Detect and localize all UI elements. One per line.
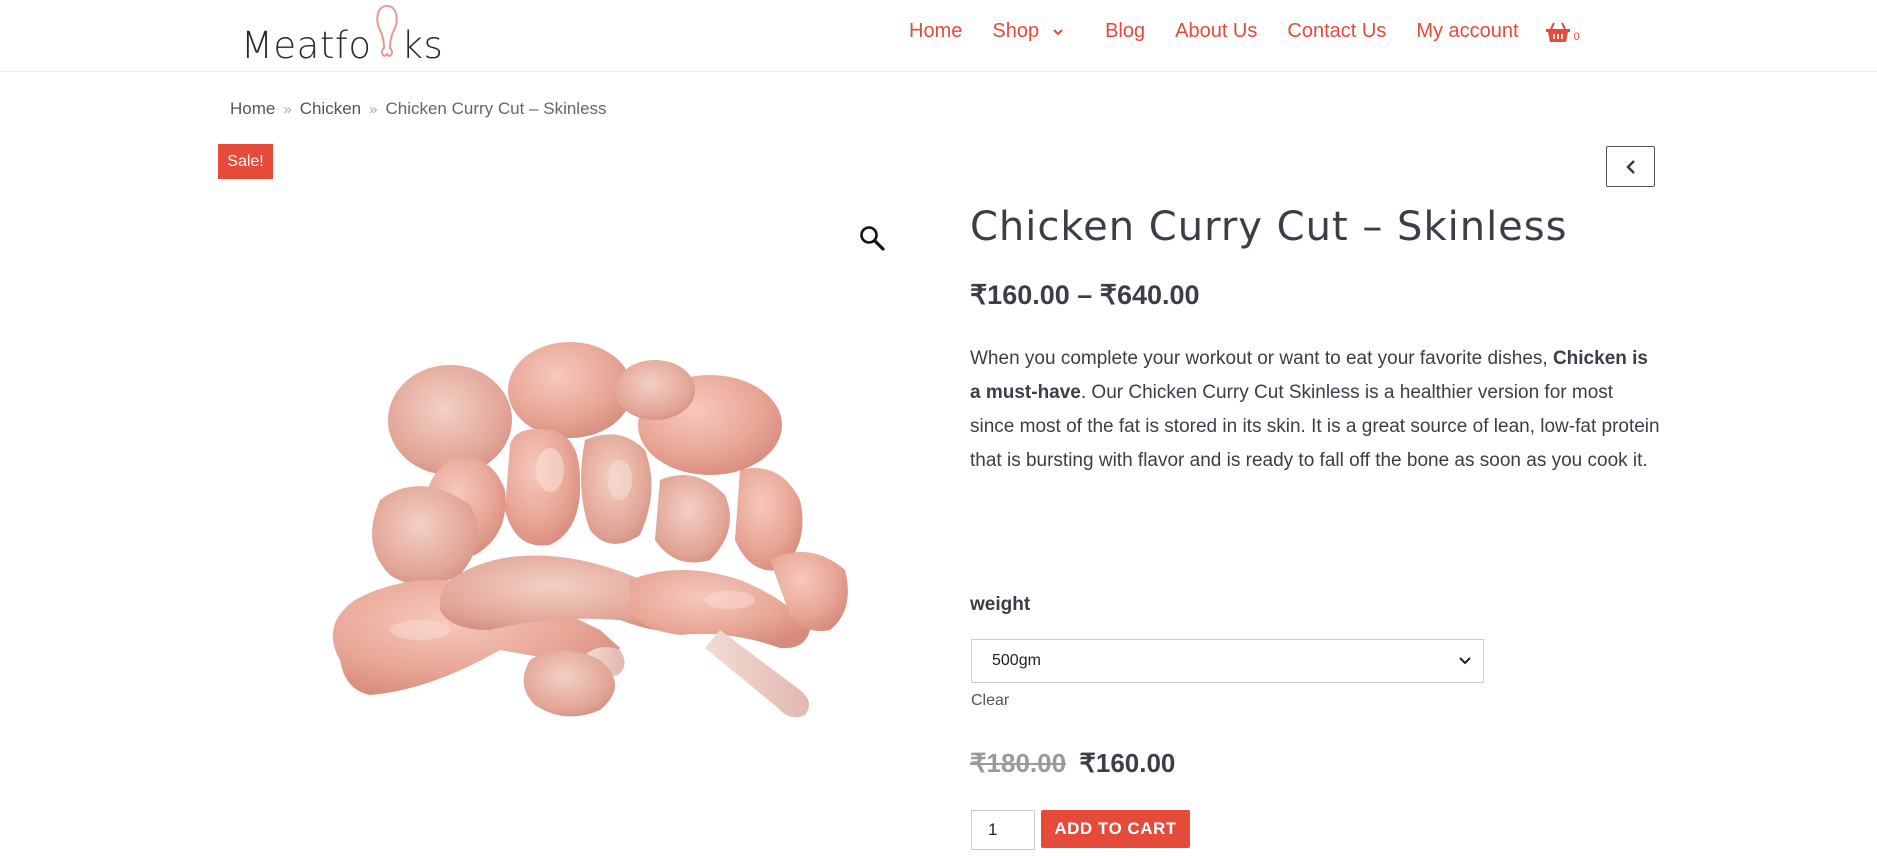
breadcrumb: Home » Chicken » Chicken Curry Cut – Ski… [230, 99, 607, 119]
breadcrumb-chicken[interactable]: Chicken [300, 99, 361, 119]
logo-text: Meatfo [241, 24, 372, 67]
logo-text-end: ks [401, 24, 444, 67]
product-title: Chicken Curry Cut – Skinless [970, 204, 1568, 250]
chevron-down-icon [1459, 657, 1471, 665]
nav-my-account[interactable]: My account [1416, 20, 1518, 43]
add-to-cart-button[interactable]: ADD TO CART [1041, 810, 1190, 848]
weight-select-value: 500gm [992, 652, 1041, 669]
cart-count: 0 [1573, 30, 1580, 43]
quantity-input[interactable]: 1 [971, 810, 1035, 850]
nav-contact-label: Contact Us [1287, 20, 1387, 42]
price-range: ₹160.00 – ₹640.00 [970, 280, 1200, 310]
description-part1: When you complete your workout or want t… [970, 348, 1553, 369]
nav-about-label: About Us [1175, 20, 1258, 42]
nav-shop[interactable]: Shop [992, 20, 1065, 43]
clear-link[interactable]: Clear [971, 692, 1009, 710]
nav-blog-label: Blog [1105, 20, 1146, 42]
old-price: ₹180.00 [970, 748, 1067, 778]
nav-contact[interactable]: Contact Us [1287, 20, 1386, 43]
nav-home[interactable]: Home [909, 20, 962, 43]
magnifier-icon[interactable] [858, 224, 886, 252]
nav-home-label: Home [909, 20, 963, 42]
weight-select[interactable]: 500gm [971, 639, 1484, 683]
sale-price: ₹160.00 [1079, 748, 1176, 778]
nav-shop-label: Shop [992, 20, 1040, 42]
breadcrumb-current: Chicken Curry Cut – Skinless [385, 99, 607, 118]
breadcrumb-home[interactable]: Home [230, 99, 275, 119]
product-description: When you complete your workout or want t… [970, 342, 1660, 478]
nav-blog[interactable]: Blog [1105, 20, 1145, 43]
nav-my-account-label: My account [1416, 20, 1519, 42]
sale-badge: Sale! [218, 144, 273, 179]
site-header: Meatfo ks Home Shop Blog About Us Contac… [0, 0, 1877, 72]
drumstick-logo-icon [375, 4, 398, 57]
product-image[interactable] [300, 330, 860, 740]
nav-about[interactable]: About Us [1175, 20, 1257, 43]
breadcrumb-separator: » [369, 100, 378, 118]
basket-icon [1545, 22, 1570, 42]
back-button[interactable] [1606, 146, 1655, 187]
main-nav: Home Shop Blog About Us Contact Us My ac… [909, 20, 1580, 43]
variation-price: ₹180.00 ₹160.00 [970, 748, 1175, 779]
chevron-down-icon [1053, 28, 1063, 35]
weight-label: weight [970, 594, 1031, 615]
site-logo[interactable]: Meatfo ks [241, 4, 444, 67]
chevron-left-icon [1625, 159, 1635, 174]
breadcrumb-separator: » [283, 100, 292, 118]
cart-link[interactable]: 0 [1545, 21, 1580, 43]
